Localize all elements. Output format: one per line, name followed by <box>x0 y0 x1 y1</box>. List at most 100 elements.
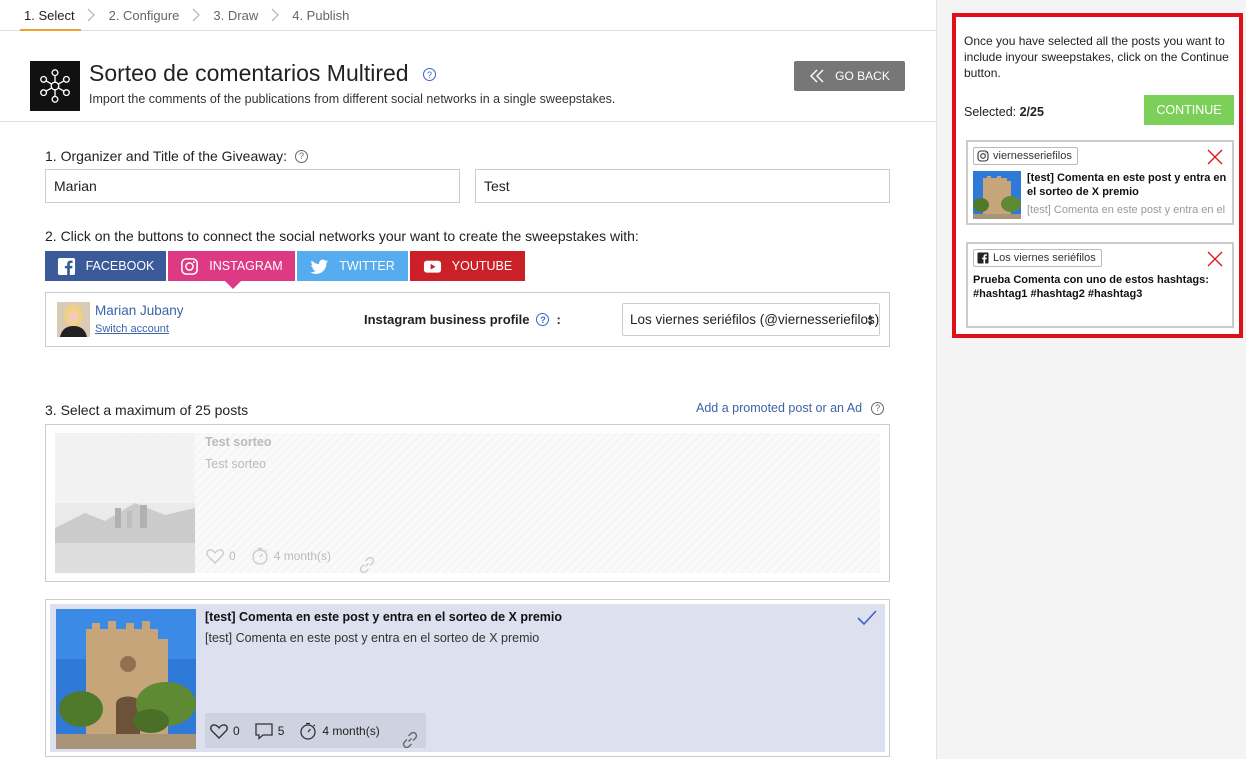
instagram-label: INSTAGRAM <box>209 259 283 273</box>
select-arrows-icon: ▲ ▼ <box>866 312 874 328</box>
selected-post-title: [test] Comenta en este post y entra en e… <box>1027 172 1227 198</box>
youtube-icon <box>423 260 441 273</box>
youtube-button[interactable]: YOUTUBE <box>410 251 525 281</box>
account-name: viernesseriefilos <box>993 150 1072 162</box>
heart-icon <box>210 723 228 739</box>
avatar <box>57 302 90 337</box>
help-icon[interactable]: ? <box>423 68 436 81</box>
selected-label: Selected: <box>964 105 1017 119</box>
step-label: 2. Configure <box>108 7 180 23</box>
instagram-icon <box>181 257 199 275</box>
post-title: [test] Comenta en este post y entra en e… <box>205 610 563 624</box>
profile-name[interactable]: Marian Jubany <box>95 303 184 318</box>
age-text: 4 month(s) <box>322 723 380 738</box>
twitter-icon <box>310 259 329 274</box>
age-stat: 4 month(s) <box>298 721 380 741</box>
age-stat: 4 month(s) <box>250 546 331 566</box>
post-thumbnail <box>55 433 195 573</box>
selected-post-text: [test] Comenta en este post y entra en e… <box>1027 204 1227 216</box>
facebook-icon <box>57 257 75 275</box>
instagram-button[interactable]: INSTAGRAM <box>168 251 295 289</box>
likes-count: 0 <box>229 548 236 563</box>
selected-profile: Los viernes seriéfilos (@viernesseriefil… <box>630 312 880 327</box>
promo-link-text: Add a promoted post or an Ad <box>696 401 863 415</box>
account-chip: Los viernes seriéfilos <box>973 249 1102 267</box>
facebook-label: FACEBOOK <box>85 259 155 273</box>
connected-profile-panel: Marian Jubany Switch account Instagram b… <box>45 292 890 347</box>
instructions-text: Once you have selected all the posts you… <box>964 34 1229 80</box>
selected-value: 2/25 <box>1019 105 1044 119</box>
checkmark-icon <box>857 610 877 626</box>
link-icon[interactable] <box>357 555 377 575</box>
post-title: Test sorteo <box>205 435 272 449</box>
chevron-right-icon <box>81 0 103 30</box>
facebook-icon <box>977 252 989 264</box>
post-card-selected[interactable]: [test] Comenta en este post y entra en e… <box>45 599 890 757</box>
page-title: Sorteo de comentarios Multired <box>89 60 409 86</box>
step-label: 1. Select <box>24 7 75 23</box>
close-icon[interactable] <box>1206 148 1224 166</box>
divider <box>0 121 936 122</box>
page-subtitle: Import the comments of the publications … <box>89 92 616 106</box>
steps-bar: 1. Select 2. Configure 3. Draw 4. Publis… <box>0 0 936 31</box>
post-card[interactable]: Test sorteo Test sorteo 0 4 month(s) <box>45 424 890 582</box>
business-profile-text: Instagram business profile <box>364 312 530 327</box>
selected-count: Selected: 2/25 <box>964 105 1044 119</box>
giveaway-title-input[interactable] <box>475 169 890 203</box>
add-promoted-post-link[interactable]: Add a promoted post or an Ad ? <box>696 401 885 415</box>
facebook-button[interactable]: FACEBOOK <box>45 251 166 281</box>
organizer-input[interactable] <box>45 169 460 203</box>
double-chevron-left-icon <box>810 69 824 83</box>
step-draw[interactable]: 3. Draw <box>207 0 264 30</box>
section-label-text: 1. Organizer and Title of the Giveaway: <box>45 148 288 164</box>
account-name: Los viernes seriéfilos <box>993 252 1096 264</box>
step-configure[interactable]: 2. Configure <box>103 0 186 30</box>
likes-stat: 0 <box>209 721 240 741</box>
post-stats: 0 5 4 month(s) <box>205 713 426 748</box>
help-icon[interactable]: ? <box>536 313 550 326</box>
network-hub-icon <box>30 61 80 111</box>
help-icon[interactable]: ? <box>871 401 885 415</box>
timer-icon <box>251 547 268 565</box>
account-chip: viernesseriefilos <box>973 147 1078 165</box>
twitter-label: TWITTER <box>339 259 395 273</box>
go-back-label: GO BACK <box>835 69 890 83</box>
networks-section-label: 2. Click on the buttons to connect the s… <box>45 228 639 244</box>
selection-summary-panel: Once you have selected all the posts you… <box>952 13 1243 338</box>
posts-section-label: 3. Select a maximum of 25 posts <box>45 402 249 418</box>
link-icon[interactable] <box>400 730 420 750</box>
instagram-icon <box>977 150 989 162</box>
post-text: Test sorteo <box>205 457 267 471</box>
youtube-label: YOUTUBE <box>451 259 513 273</box>
chevron-right-icon <box>264 0 286 30</box>
continue-button[interactable]: CONTINUE <box>1144 95 1234 125</box>
comments-stat: 5 <box>254 721 285 741</box>
business-profile-colon: : <box>556 312 561 327</box>
twitter-button[interactable]: TWITTER <box>297 251 408 281</box>
step-publish[interactable]: 4. Publish <box>286 0 355 30</box>
step-label: 3. Draw <box>213 7 259 23</box>
post-stats: 0 4 month(s) <box>205 538 345 573</box>
chevron-right-icon <box>185 0 207 30</box>
organizer-section-label: 1. Organizer and Title of the Giveaway: … <box>45 148 309 164</box>
timer-icon <box>300 722 317 740</box>
post-thumbnail <box>973 171 1021 219</box>
switch-account-link[interactable]: Switch account <box>95 323 169 335</box>
business-profile-label: Instagram business profile ? : <box>364 312 561 327</box>
post-thumbnail <box>56 609 196 749</box>
likes-stat: 0 <box>205 546 236 566</box>
age-text: 4 month(s) <box>273 548 332 563</box>
help-icon[interactable]: ? <box>295 149 309 163</box>
post-text: [test] Comenta en este post y entra en e… <box>205 631 540 645</box>
selected-post-title: Prueba Comenta con uno de estos hashtags… <box>973 274 1209 300</box>
step-select[interactable]: 1. Select <box>0 0 81 31</box>
heart-icon <box>206 548 224 564</box>
selected-post-card: Los viernes seriéfilos Prueba Comenta co… <box>966 242 1234 328</box>
business-profile-select[interactable]: Los viernes seriéfilos (@viernesseriefil… <box>622 303 880 336</box>
close-icon[interactable] <box>1206 250 1224 268</box>
step-label: 4. Publish <box>292 7 350 23</box>
go-back-button[interactable]: GO BACK <box>794 61 905 91</box>
comments-count: 5 <box>277 723 285 738</box>
selected-post-card: viernesseriefilos [test] Comenta en este… <box>966 140 1234 225</box>
likes-count: 0 <box>233 723 240 738</box>
